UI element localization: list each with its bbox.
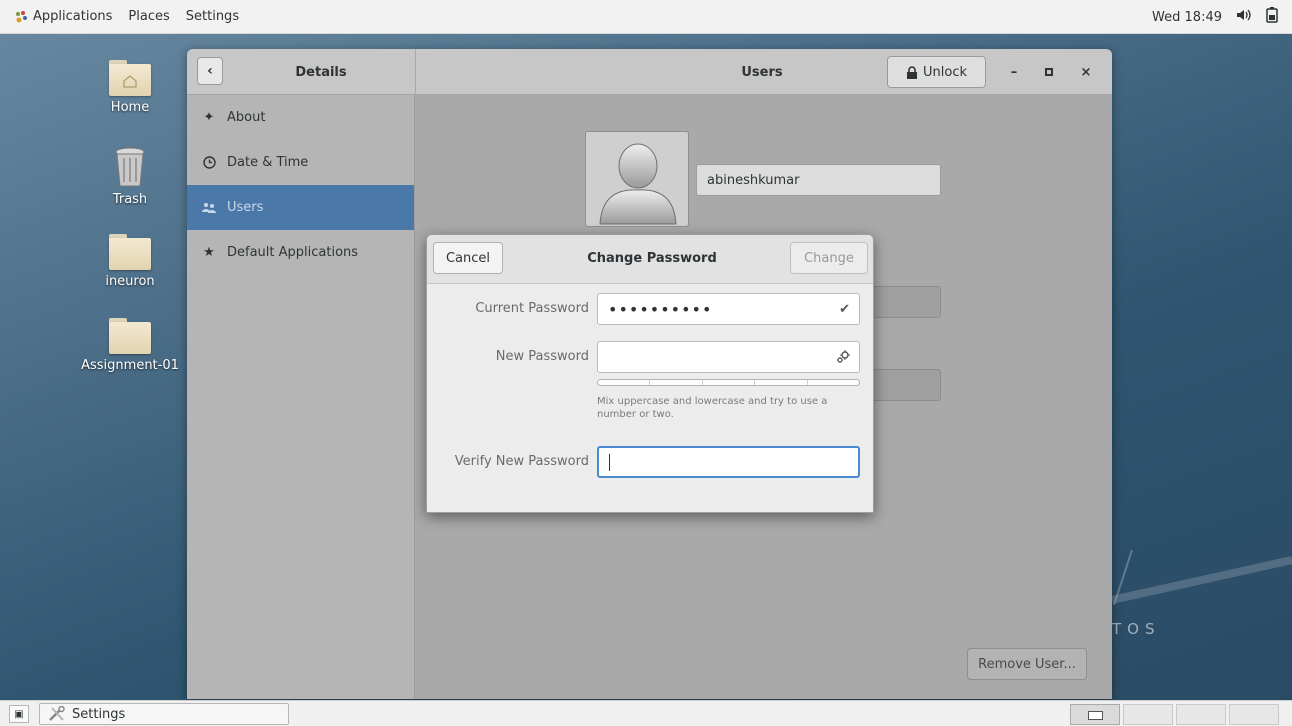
current-password-field[interactable]: •••••••••• ✔: [597, 293, 860, 325]
folder-icon: [109, 318, 151, 354]
change-label: Change: [804, 250, 854, 266]
maximize-button[interactable]: [1039, 62, 1059, 82]
applications-menu[interactable]: Applications: [14, 9, 112, 24]
password-hint: Mix uppercase and lowercase and try to u…: [597, 396, 828, 420]
page-title: Users: [741, 64, 783, 80]
sparkle-icon: ✦: [203, 110, 215, 125]
sidebar: ✦ About Date & Time Users ★ Default Appl…: [187, 95, 415, 699]
desktop-icon-label: Trash: [112, 192, 148, 207]
window-thumbnail-icon: [1088, 711, 1103, 720]
sidebar-item-label: About: [227, 110, 266, 125]
sidebar-item-default-applications[interactable]: ★ Default Applications: [187, 230, 414, 275]
remove-user-button[interactable]: Remove User...: [967, 648, 1087, 680]
password-strength-bar: [597, 379, 860, 386]
wallpaper-swoosh: [1112, 549, 1292, 606]
clock-icon: [201, 156, 217, 169]
sidebar-item-users[interactable]: Users: [187, 185, 414, 230]
desktop-icon-trash[interactable]: Trash: [75, 146, 185, 207]
generate-password-icon[interactable]: [836, 342, 850, 372]
sidebar-item-about[interactable]: ✦ About: [187, 95, 414, 140]
verify-password-label: Verify New Password: [454, 454, 589, 469]
desktop-icon-label: Home: [110, 100, 150, 115]
cancel-button[interactable]: Cancel: [433, 242, 503, 274]
dialog-title: Change Password: [587, 250, 717, 266]
workspace-4[interactable]: [1229, 704, 1279, 725]
desktop-icon-label: Assignment-01: [81, 358, 179, 373]
sidebar-item-label: Users: [227, 200, 264, 215]
volume-icon[interactable]: [1236, 8, 1252, 26]
trash-icon: [115, 147, 145, 187]
cancel-label: Cancel: [445, 250, 491, 266]
remove-user-label: Remove User...: [978, 656, 1076, 672]
workspace-2[interactable]: [1123, 704, 1173, 725]
sidebar-item-date-time[interactable]: Date & Time: [187, 140, 414, 185]
users-icon: [201, 202, 217, 214]
show-desktop-icon: ▣: [14, 708, 24, 720]
minimize-icon: –: [1010, 64, 1018, 80]
avatar-placeholder-icon: [599, 143, 677, 225]
settings-menu[interactable]: Settings: [186, 9, 239, 24]
text-cursor: [609, 453, 610, 471]
change-button[interactable]: Change: [790, 242, 868, 274]
new-password-field[interactable]: [597, 341, 860, 373]
current-password-label: Current Password: [475, 301, 589, 316]
clock[interactable]: Wed 18:49: [1152, 10, 1222, 25]
desktop-icon-assignment-01[interactable]: Assignment-01: [75, 318, 185, 373]
desktop-icon-home[interactable]: Home: [75, 60, 185, 115]
change-password-dialog: Cancel Change Password Change Current Pa…: [426, 234, 874, 513]
gnome-foot-icon: [16, 10, 27, 22]
star-icon: ★: [203, 245, 215, 260]
username-value: abineshkumar: [707, 172, 800, 188]
places-menu[interactable]: Places: [128, 9, 169, 24]
taskbar-item-label: Settings: [72, 706, 126, 722]
verify-password-field[interactable]: [597, 446, 860, 478]
taskbar: ▣ Settings: [0, 700, 1292, 726]
taskbar-item-settings[interactable]: Settings: [39, 703, 289, 725]
home-folder-icon: [109, 60, 151, 96]
username-field[interactable]: abineshkumar: [696, 164, 941, 196]
workspace-3[interactable]: [1176, 704, 1226, 725]
desktop-icon-label: ineuron: [105, 274, 155, 289]
user-avatar[interactable]: [585, 131, 689, 227]
tools-icon: [49, 706, 65, 721]
lock-icon: [907, 65, 917, 79]
battery-icon[interactable]: [1266, 7, 1278, 27]
workspace-1[interactable]: [1070, 704, 1120, 725]
minimize-button[interactable]: –: [1004, 62, 1024, 82]
close-icon: ×: [1080, 64, 1092, 80]
dialog-header: Cancel Change Password Change: [427, 235, 873, 284]
top-bar: Applications Places Settings Wed 18:49: [0, 0, 1292, 34]
applications-label: Applications: [33, 9, 113, 24]
show-desktop-button[interactable]: ▣: [9, 705, 29, 723]
sidebar-item-label: Default Applications: [227, 245, 359, 260]
close-button[interactable]: ×: [1076, 62, 1096, 82]
sidebar-item-label: Date & Time: [227, 155, 309, 170]
folder-icon: [109, 234, 151, 270]
unlock-button[interactable]: Unlock: [887, 56, 986, 88]
unlock-label: Unlock: [923, 64, 967, 80]
back-button[interactable]: ‹: [197, 57, 223, 85]
chevron-left-icon: ‹: [207, 63, 213, 79]
checkmark-icon: ✔: [839, 301, 850, 317]
current-password-value: ••••••••••: [608, 299, 713, 319]
new-password-label: New Password: [495, 349, 589, 364]
window-header: ‹ Details Users Unlock – ×: [187, 49, 1112, 95]
maximize-icon: [1045, 68, 1053, 76]
desktop-icon-ineuron[interactable]: ineuron: [75, 234, 185, 289]
sidebar-title: Details: [295, 64, 347, 80]
